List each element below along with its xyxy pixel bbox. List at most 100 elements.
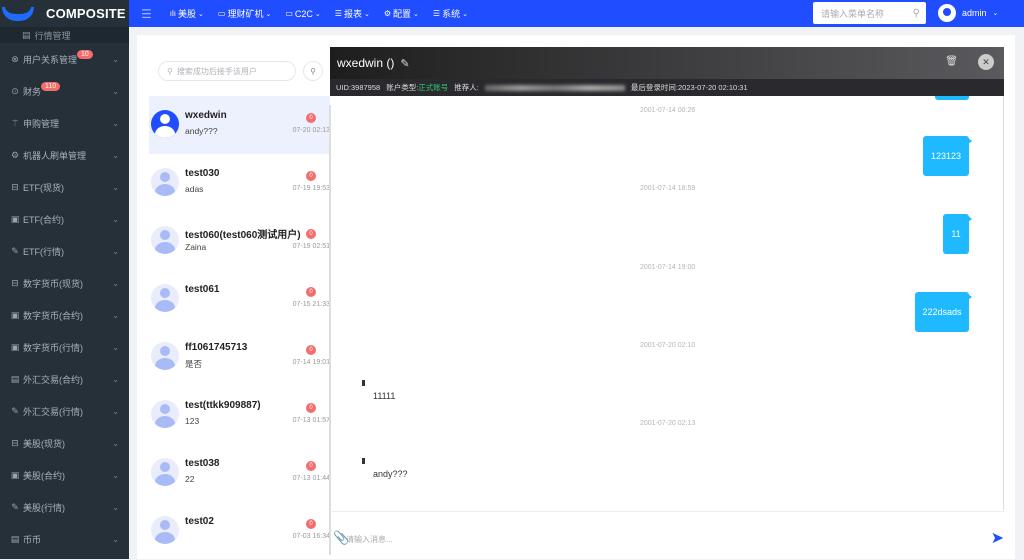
gear-icon: ⚙ — [383, 9, 392, 18]
unread-badge: 0 — [306, 229, 316, 239]
count-badge: 110 — [41, 81, 61, 91]
uid: UID:3987958 — [336, 83, 381, 92]
top-nav-item[interactable]: ☰ 报表 ⌄ — [335, 7, 370, 20]
message-timestamp: 2001-07-14 00:26 — [640, 107, 696, 114]
last-message: 是否 — [185, 359, 203, 369]
avatar — [151, 110, 179, 138]
username: admin — [962, 8, 987, 18]
contact-search-input[interactable]: ⚲ 搜索成功后接手该用户 — [158, 61, 296, 81]
search-icon: ⚲ — [167, 66, 173, 76]
sidebar-item[interactable]: ⊟ 数字货币(现货) ⌄ — [0, 267, 129, 299]
last-message: andy??? — [185, 126, 218, 136]
contact-time: 07-20 02:13 — [292, 127, 330, 134]
sidebar-item[interactable]: ✎ 外汇交易(行情) ⌄ — [0, 395, 129, 427]
unread-badge: 0 — [306, 519, 316, 529]
sidebar: COMPOSITE ▤ 行情管理 ⊗ 用户关系管理 10 ⌄ ⊙ 财务 110 ⌄ ⚚ 申购管理 ⌄ ⚙… — [0, 0, 129, 559]
contact-time: 07-13 01:57 — [292, 417, 330, 424]
contact-item[interactable]: test(ttkk909887) 123 0 07-13 01:57 — [149, 386, 330, 444]
chevron-down-icon: ⌄ — [112, 470, 119, 480]
menu-search-input[interactable]: 请输入菜单名称 ⚲ — [813, 2, 926, 24]
edit-icon[interactable]: ✎ — [400, 57, 409, 70]
chevron-down-icon: ⌄ — [112, 534, 119, 544]
contact-name: test(ttkk909887) — [185, 400, 261, 411]
last-login: 最后登录时间:2023-07-20 02:10:31 — [630, 83, 748, 92]
avatar — [938, 4, 956, 22]
contact-item[interactable]: test061 0 07-15 21:33 — [149, 270, 330, 328]
chevron-down-icon: ⌄ — [413, 10, 419, 18]
top-nav-item[interactable]: ☰ 系统 ⌄ — [433, 7, 468, 20]
chevron-down-icon: ⌄ — [112, 182, 119, 192]
hamburger-icon[interactable]: ☰ — [141, 7, 152, 21]
chevron-down-icon: ⌄ — [314, 10, 321, 18]
contract-icon: ▣ — [10, 469, 20, 480]
sidebar-item[interactable]: ⊟ 美股(现货) ⌄ — [0, 427, 129, 459]
sidebar-item[interactable]: ⚚ 申购管理 ⌄ — [0, 107, 129, 139]
chevron-down-icon: ⌄ — [112, 502, 119, 512]
chat-title: wxedwin () — [337, 56, 395, 70]
message-timestamp: 2001-07-14 19:00 — [640, 264, 696, 271]
unread-badge: 0 — [306, 113, 316, 123]
sidebar-item[interactable]: ▣ 美股(合约) ⌄ — [0, 459, 129, 491]
trash-icon[interactable]: 🗑 — [945, 56, 958, 67]
top-nav-item[interactable]: ⚙ 配置 ⌄ — [384, 7, 419, 20]
contact-item[interactable]: ff1061745713 是否 0 07-14 19:01 — [149, 328, 330, 386]
sidebar-item[interactable]: ⊟ ETF(现货) ⌄ — [0, 171, 129, 203]
contact-list: wxedwin andy??? 0 07-20 02:13 test030 adas 0 07… — [149, 96, 330, 560]
logo: COMPOSITE — [0, 0, 129, 27]
user-menu[interactable]: admin ⌄ — [938, 4, 998, 22]
sidebar-item[interactable]: ▣ 数字货币(合约) ⌄ — [0, 299, 129, 331]
logo-icon — [2, 6, 34, 21]
sidebar-item[interactable]: ▣ 数字货币(行情) ⌄ — [0, 331, 129, 363]
referrer-label: 推荐人: — [454, 83, 479, 92]
contact-name: test030 — [185, 168, 220, 179]
sidebar-item[interactable]: ⊙ 财务 110 ⌄ — [0, 75, 129, 107]
contact-item[interactable]: wxedwin andy??? 0 07-20 02:13 — [149, 96, 330, 154]
avatar — [151, 516, 179, 544]
close-icon[interactable]: ✕ — [978, 54, 994, 70]
sidebar-subitem-market[interactable]: ▤ 行情管理 — [0, 27, 129, 43]
sender-marker — [362, 380, 365, 386]
chevron-down-icon: ⌄ — [112, 438, 119, 448]
last-message: 22 — [185, 474, 195, 484]
chevron-down-icon: ⌄ — [198, 10, 204, 18]
sidebar-item[interactable]: ▤ 外汇交易(合约) ⌄ — [0, 363, 129, 395]
chevron-down-icon: ⌄ — [112, 246, 119, 256]
contact-search-button[interactable]: ⚲ — [303, 61, 323, 81]
top-nav-item[interactable]: ▭ C2C ⌄ — [285, 7, 320, 20]
chevron-down-icon: ⌄ — [363, 10, 370, 18]
contact-time: 07-03 16:34 — [292, 533, 330, 540]
finance-icon: ⊙ — [11, 85, 19, 96]
send-icon[interactable]: ➤ — [991, 528, 1004, 548]
top-nav-item[interactable]: ▭ 理财矿机 ⌄ — [218, 7, 271, 20]
contact-item[interactable]: test038 22 0 07-13 01:44 — [149, 444, 330, 502]
top-nav-item[interactable]: ılı 美股 ⌄ — [170, 7, 204, 20]
contact-item[interactable]: test030 adas 0 07-19 19:53 — [149, 154, 330, 212]
contact-item[interactable]: test060(test060测试用户) Zaina 0 07-19 02:51 — [149, 212, 330, 270]
chevron-down-icon: ⌄ — [265, 10, 272, 18]
logo-text: COMPOSITE — [46, 6, 126, 21]
sidebar-item[interactable]: ⚙ 机器人刷单管理 ⌄ — [0, 139, 129, 171]
unread-badge: 0 — [306, 287, 316, 297]
store-icon: ⊟ — [11, 277, 19, 288]
sidebar-item[interactable]: ⊗ 用户关系管理 10 ⌄ — [0, 43, 129, 75]
message-input[interactable]: 请输入消息... — [346, 534, 393, 545]
sidebar-item[interactable]: ✎ ETF(行情) ⌄ — [0, 235, 129, 267]
chat-header: wxedwin () ✎ 🗑 ✕ — [330, 47, 1004, 79]
avatar — [151, 458, 179, 486]
avatar — [151, 226, 179, 254]
sidebar-item[interactable]: ▣ ETF(合约) ⌄ — [0, 203, 129, 235]
last-message: Zaina — [185, 242, 207, 252]
unread-badge: 0 — [306, 345, 316, 355]
sidebar-item[interactable]: ✎ 美股(行情) ⌄ — [0, 491, 129, 523]
edit-icon: ✎ — [11, 245, 19, 256]
chat-panel: wxedwin () ✎ 🗑 ✕ UID:3987958 账户类型:正式账号 推… — [330, 47, 1004, 559]
chevron-down-icon: ⌄ — [112, 86, 119, 96]
contact-panel: ⚲ 搜索成功后接手该用户 ⚲ wxedwin andy??? 0 07-20 02:1… — [137, 35, 331, 560]
count-badge: 10 — [77, 49, 93, 59]
chevron-down-icon: ⌄ — [112, 310, 119, 320]
contact-time: 07-19 19:53 — [292, 185, 330, 192]
account-type: 账户类型:正式账号 — [386, 83, 449, 92]
contact-item[interactable]: test02 0 07-03 16:34 — [149, 502, 330, 560]
contact-name: test060(test060测试用户) — [185, 230, 301, 241]
sidebar-item[interactable]: ▤ 币币 ⌄ — [0, 523, 129, 555]
